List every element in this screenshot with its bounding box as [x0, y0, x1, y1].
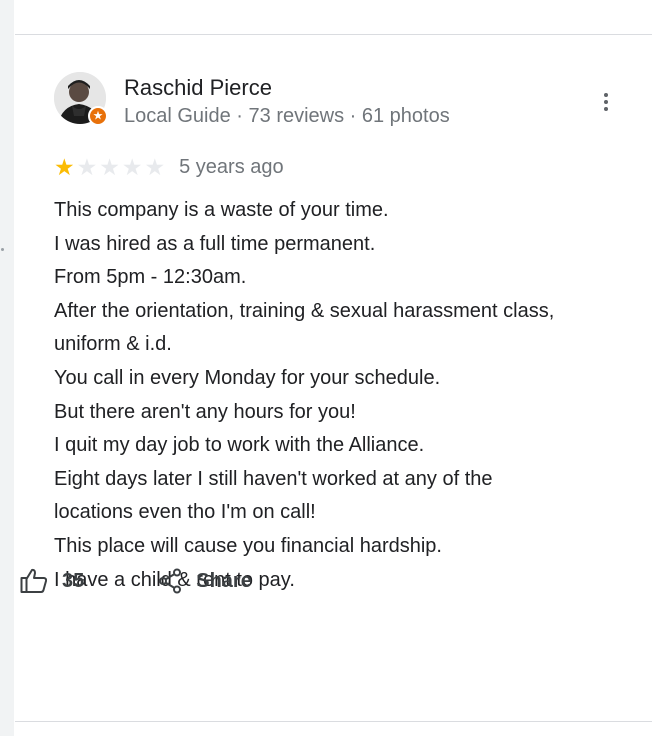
like-count: 35	[62, 569, 85, 592]
review-text-line: This place will cause you financial hard…	[54, 534, 442, 557]
review-text-line: I was hired as a full time permanent.	[54, 232, 376, 255]
star-empty-icon: ★	[121, 154, 143, 180]
review-actions: 35 Share	[20, 568, 252, 594]
share-label: Share	[196, 569, 252, 592]
rating-row: ★ ★ ★ ★ ★ 5 years ago	[54, 154, 284, 180]
reviewer-name[interactable]: Raschid Pierce	[124, 74, 450, 102]
review-page: Raschid Pierce Local Guide · 73 reviews …	[0, 0, 652, 736]
like-button[interactable]: 35	[20, 568, 84, 594]
star-empty-icon: ★	[99, 154, 120, 180]
review-text-line: But there aren't any hours for you!	[54, 400, 356, 423]
review-text-line: I quit my day job to work with the Allia…	[54, 434, 425, 457]
star-empty-icon: ★	[144, 154, 166, 180]
thumbs-up-icon	[20, 568, 48, 593]
review-text: This company is a waste of your time. I w…	[54, 194, 634, 597]
review-text-line: After the orientation, training & sexual…	[54, 299, 555, 322]
top-divider	[15, 34, 652, 35]
more-vertical-icon	[604, 93, 608, 97]
review-text-line: From 5pm - 12:30am.	[54, 266, 247, 289]
side-panel-edge	[0, 0, 14, 736]
share-button[interactable]: Share	[158, 568, 252, 594]
star-empty-icon: ★	[76, 154, 98, 180]
review-text-line: Eight days later I still haven't worked …	[54, 467, 493, 490]
star-filled-icon: ★	[54, 154, 75, 180]
review-date: 5 years ago	[179, 155, 284, 178]
star-rating: ★ ★ ★ ★ ★	[54, 154, 165, 180]
local-guide-badge-icon	[88, 106, 108, 126]
bottom-divider	[15, 721, 652, 722]
edge-marker	[1, 248, 4, 251]
review-text-line: locations even tho I'm on call!	[54, 501, 316, 524]
share-icon	[159, 568, 182, 594]
reviewer-info: Raschid Pierce Local Guide · 73 reviews …	[124, 74, 450, 130]
review-text-line: This company is a waste of your time.	[54, 199, 389, 221]
reviewer-meta: Local Guide · 73 reviews · 61 photos	[124, 105, 450, 127]
avatar[interactable]	[54, 72, 108, 126]
review-text-line: uniform & i.d.	[54, 333, 172, 356]
review-text-line: You call in every Monday for your schedu…	[54, 366, 441, 389]
more-options-button[interactable]	[594, 88, 618, 116]
